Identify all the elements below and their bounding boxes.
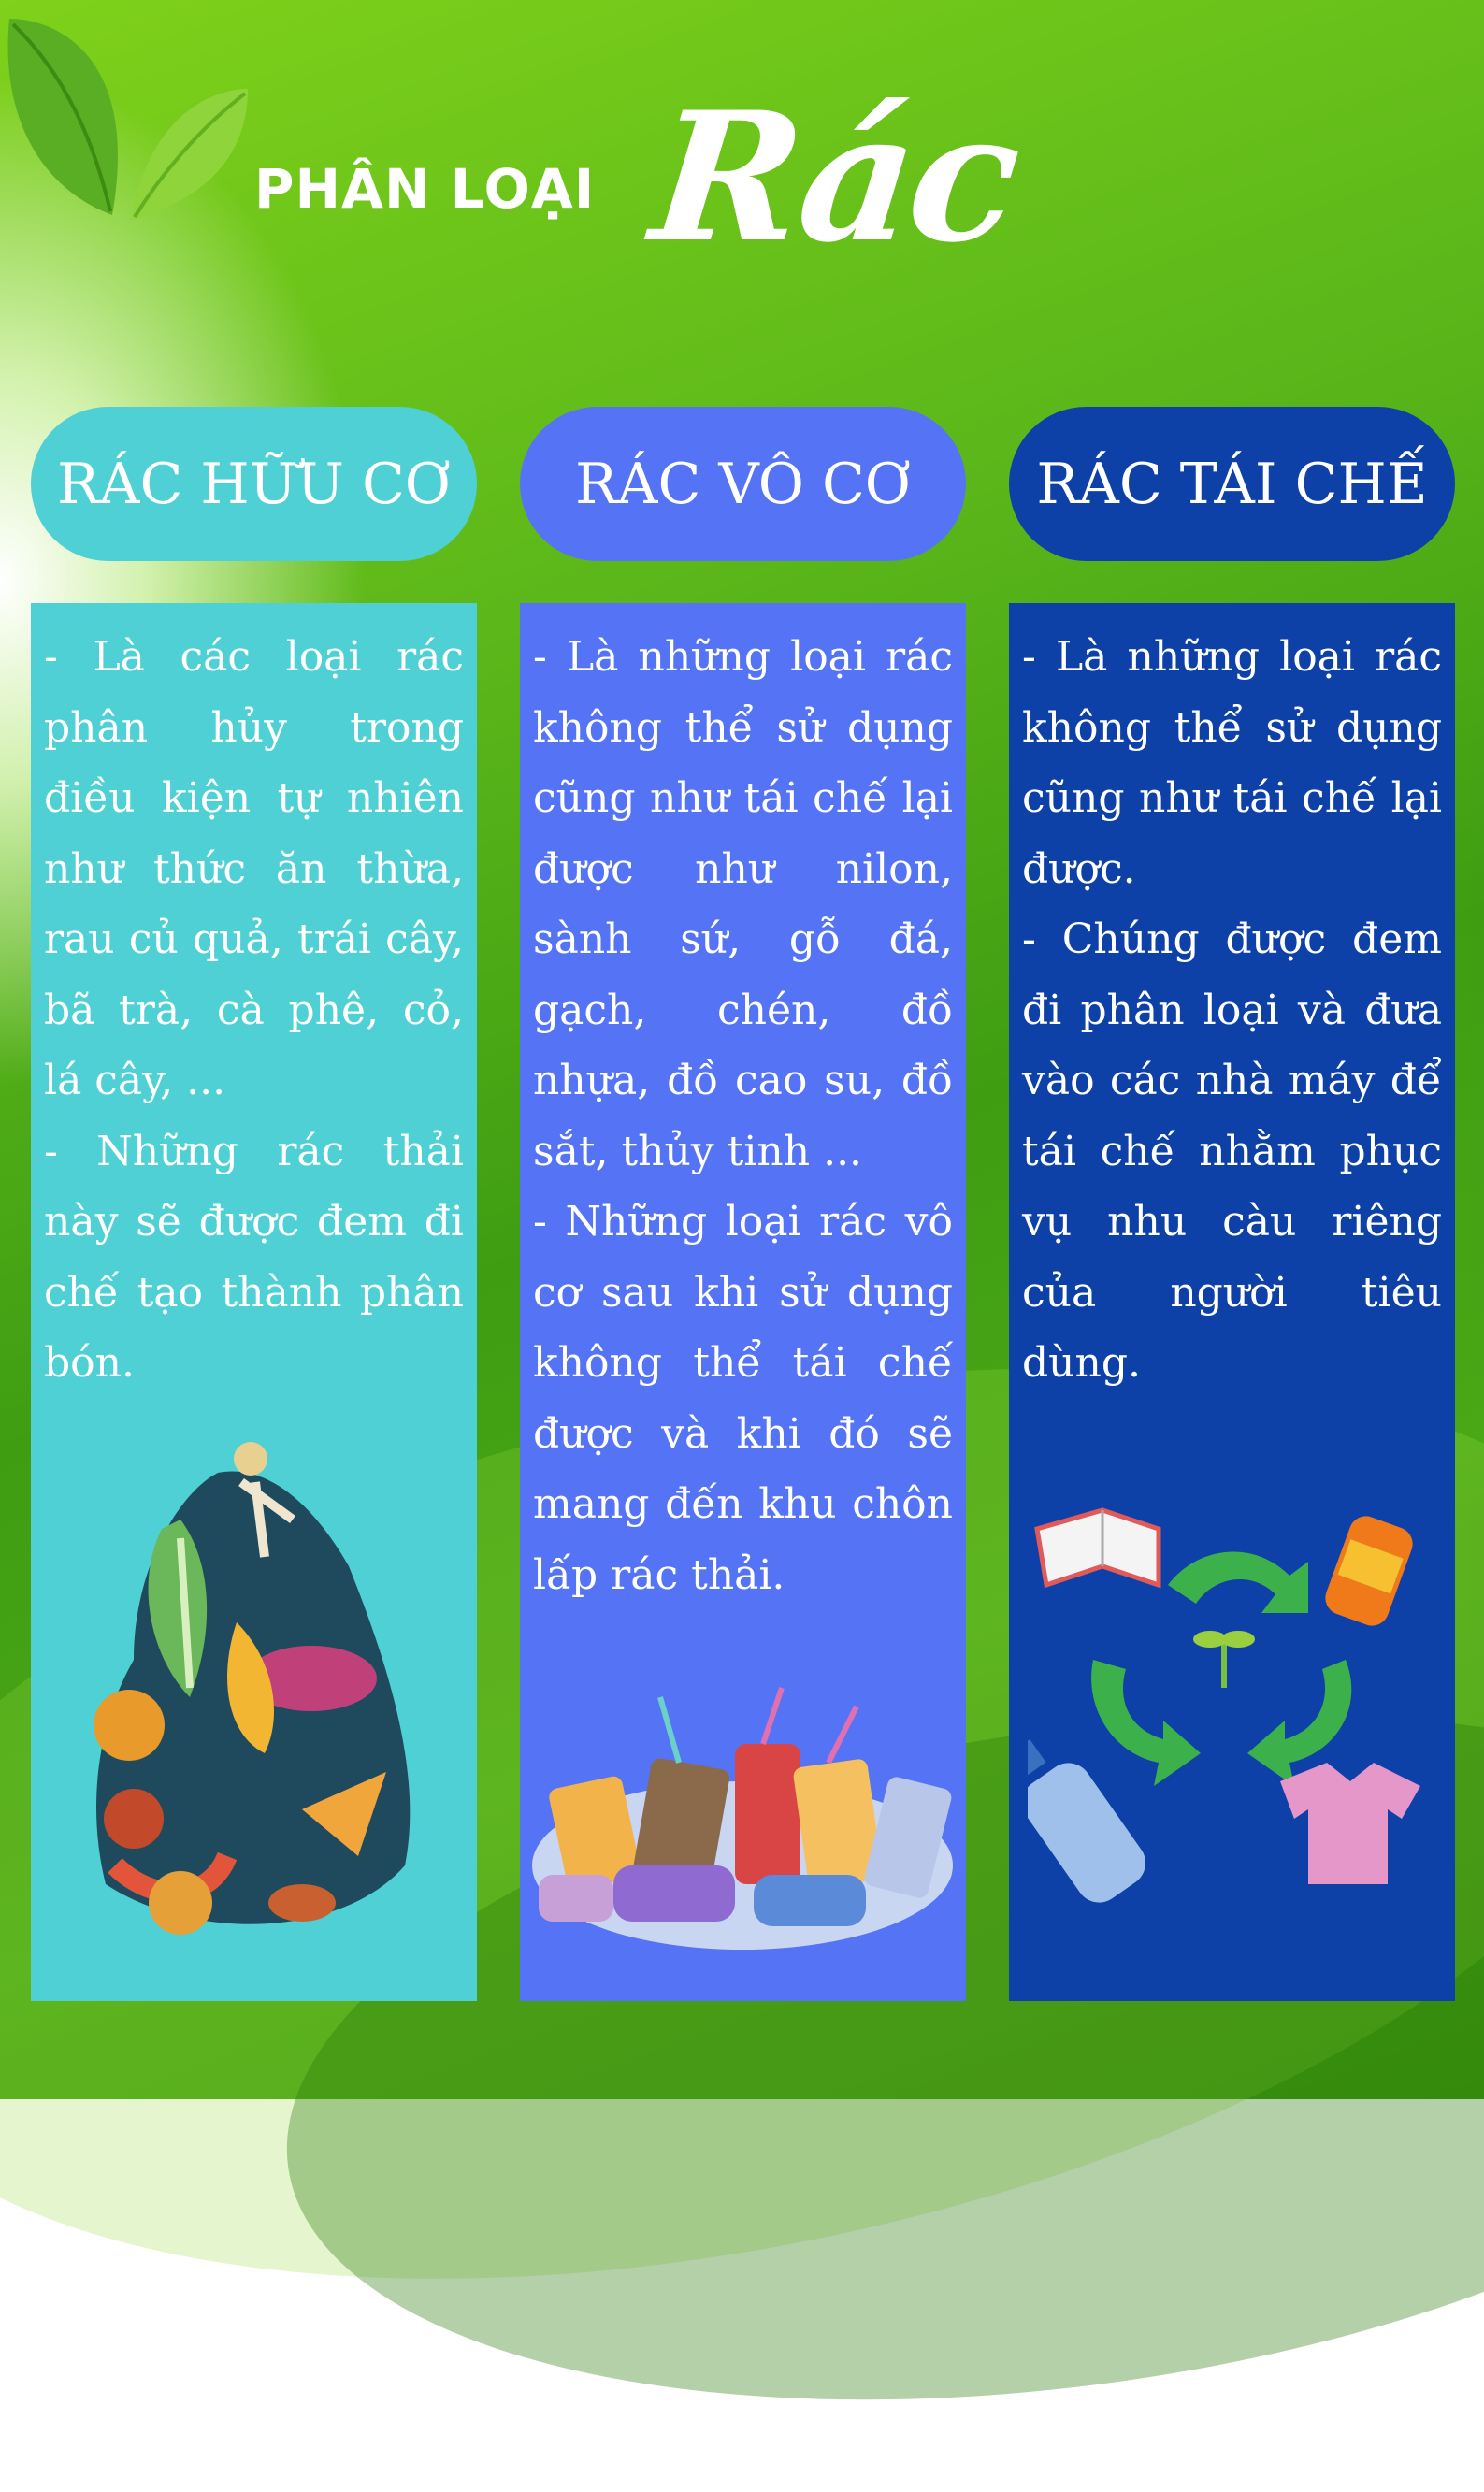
- column-paragraph: - Những rác thải này sẽ được đem đi chế …: [44, 1127, 464, 1388]
- title-prefix: PHÂN LOẠI: [254, 157, 596, 221]
- column-paragraph: - Chúng được đem đi phân loại và đưa vào…: [1022, 915, 1442, 1387]
- heading-organic: RÁC HỮU CƠ: [31, 407, 477, 561]
- column-paragraph: - Là những loại rác không thể sử dụng cũ…: [1022, 633, 1442, 893]
- column-paragraph: - Là những loại rác không thể sử dụng cũ…: [533, 633, 953, 1175]
- heading-recycle: RÁC TÁI CHẾ: [1009, 407, 1455, 561]
- column-paragraph: - Những loại rác vô cơ sau khi sử dụng k…: [533, 1198, 953, 1599]
- leaves-icon: [7, 19, 248, 220]
- column-inorganic: - Là những loại rác không thể sử dụng cũ…: [520, 603, 966, 2001]
- organic-waste-icon: [94, 1442, 411, 1935]
- plastic-waste-icon: [532, 1687, 953, 1950]
- title-main: Rác: [643, 73, 1024, 281]
- column-paragraph: - Là các loại rác phân hủy trong điều ki…: [44, 633, 464, 1104]
- column-recycle: - Là những loại rác không thể sử dụng cũ…: [1009, 603, 1455, 2001]
- heading-inorganic: RÁC VÔ CƠ: [520, 407, 966, 561]
- column-organic: - Là các loại rác phân hủy trong điều ki…: [31, 603, 477, 2001]
- recycling-symbol-icon: [1028, 1507, 1420, 1903]
